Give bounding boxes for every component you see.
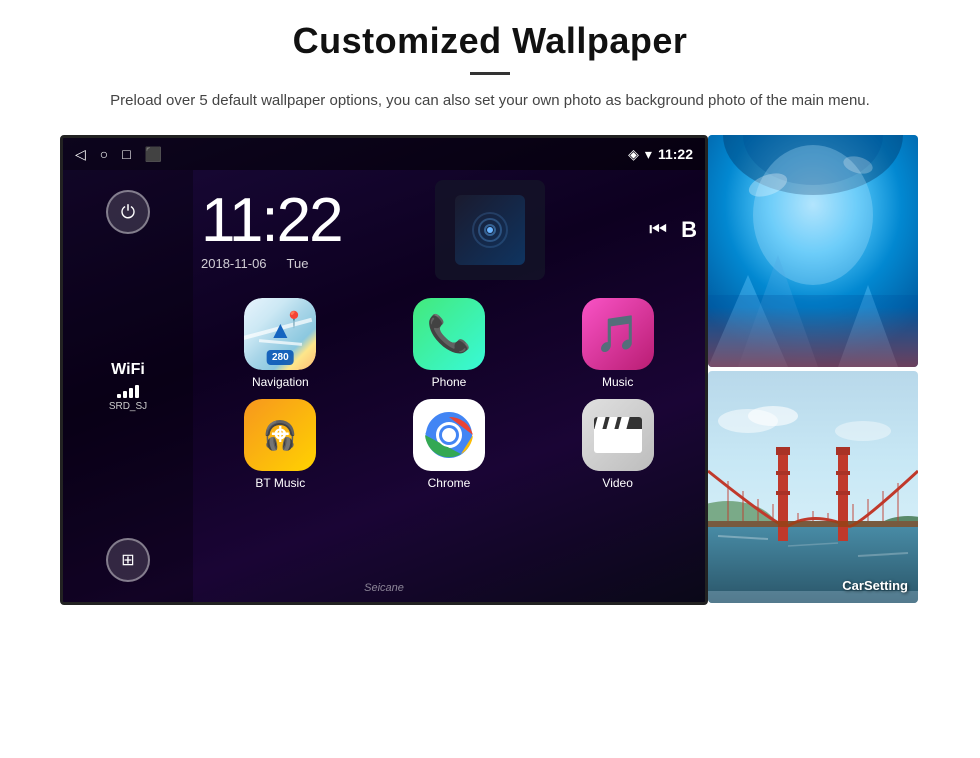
- wifi-bar-2: [123, 391, 127, 398]
- phone-emoji: 📞: [427, 313, 472, 355]
- screenshot-icon[interactable]: ⬛: [145, 146, 162, 163]
- map-background: 280 📍 ▲: [244, 298, 316, 370]
- apps-grid-button[interactable]: ⊞: [106, 538, 150, 582]
- bluetooth-icon: 🎧: [263, 419, 298, 452]
- phone-label: Phone: [432, 375, 467, 389]
- phone-icon: 📞: [413, 298, 485, 370]
- bridge-svg: [708, 371, 918, 603]
- wifi-bar-4: [135, 385, 139, 398]
- next-track-placeholder: B: [681, 217, 697, 243]
- navigation-label: Navigation: [252, 375, 309, 389]
- clock-widget: 11:22 2018-11-06 Tue: [201, 180, 697, 280]
- android-main: ⏻ WiFi SRD_SJ ⊞: [63, 170, 705, 602]
- prev-track-button[interactable]: ⏮: [649, 219, 667, 242]
- wifi-status-icon: ▾: [645, 146, 652, 163]
- back-nav-icon[interactable]: ◁: [75, 146, 86, 163]
- clock-day-value: Tue: [287, 256, 309, 271]
- status-time: 11:22: [658, 146, 693, 162]
- app-chrome[interactable]: Chrome: [370, 399, 529, 490]
- android-screen: ◁ ○ □ ⬛ ◈ ▾ 11:22 ⏻ WiFi: [60, 135, 708, 605]
- watermark: Seicane: [364, 582, 404, 594]
- power-button[interactable]: ⏻: [106, 190, 150, 234]
- map-route-badge: 280: [267, 350, 294, 365]
- wallpaper-images: CarSetting: [708, 135, 918, 605]
- btmusic-icon: ⌖ 🎧: [244, 399, 316, 471]
- clapperboard: [594, 417, 642, 453]
- app-music[interactable]: 🎵 Music: [538, 298, 697, 389]
- chrome-svg: [413, 399, 485, 471]
- chrome-icon: [413, 399, 485, 471]
- wifi-bar-3: [129, 388, 133, 398]
- carsetting-label: CarSetting: [842, 578, 908, 593]
- wifi-widget: WiFi SRD_SJ: [109, 361, 147, 412]
- music-label: Music: [602, 375, 633, 389]
- apps-grid: 280 📍 ▲ Navigation 📞: [201, 298, 697, 490]
- media-icon: [455, 195, 525, 265]
- page-description: Preload over 5 default wallpaper options…: [110, 89, 870, 113]
- clock-time-block: 11:22 2018-11-06 Tue: [201, 190, 342, 271]
- status-bar-left: ◁ ○ □ ⬛: [75, 146, 162, 163]
- navigation-icon: 280 📍 ▲: [244, 298, 316, 370]
- app-btmusic[interactable]: ⌖ 🎧 BT Music: [201, 399, 360, 490]
- building-strip: [708, 307, 918, 367]
- status-bar-right: ◈ ▾ 11:22: [628, 146, 693, 163]
- status-bar: ◁ ○ □ ⬛ ◈ ▾ 11:22: [63, 138, 705, 170]
- android-sidebar: ⏻ WiFi SRD_SJ ⊞: [63, 170, 193, 602]
- wallpaper-bottom: CarSetting: [708, 371, 918, 603]
- music-emoji: 🎵: [595, 313, 640, 355]
- music-icon: 🎵: [582, 298, 654, 370]
- app-phone[interactable]: 📞 Phone: [370, 298, 529, 389]
- chrome-label: Chrome: [428, 476, 471, 490]
- navigation-arrow: ▲: [268, 317, 292, 345]
- wifi-label: WiFi: [111, 361, 145, 379]
- wifi-bars: [117, 382, 139, 398]
- video-label: Video: [602, 476, 632, 490]
- page-wrapper: Customized Wallpaper Preload over 5 defa…: [0, 0, 980, 758]
- app-navigation[interactable]: 280 📍 ▲ Navigation: [201, 298, 360, 389]
- app-video[interactable]: Video: [538, 399, 697, 490]
- media-widget: [435, 180, 545, 280]
- media-wifi-rings: [470, 210, 510, 250]
- home-nav-icon[interactable]: ○: [100, 146, 108, 162]
- clock-date-value: 2018-11-06: [201, 256, 267, 271]
- page-title: Customized Wallpaper: [293, 20, 688, 62]
- content-area: ◁ ○ □ ⬛ ◈ ▾ 11:22 ⏻ WiFi: [60, 135, 920, 605]
- video-icon: [582, 399, 654, 471]
- media-controls: ⏮ B: [649, 217, 697, 243]
- wifi-ssid: SRD_SJ: [109, 401, 147, 412]
- btmusic-label: BT Music: [255, 476, 305, 490]
- title-divider: [470, 72, 510, 75]
- android-center: 11:22 2018-11-06 Tue: [193, 170, 705, 602]
- recents-nav-icon[interactable]: □: [122, 146, 130, 162]
- clock-date: 2018-11-06 Tue: [201, 256, 308, 271]
- wifi-bar-1: [117, 394, 121, 398]
- wallpaper-top: [708, 135, 918, 367]
- location-icon: ◈: [628, 146, 639, 163]
- clock-time: 11:22: [201, 190, 342, 252]
